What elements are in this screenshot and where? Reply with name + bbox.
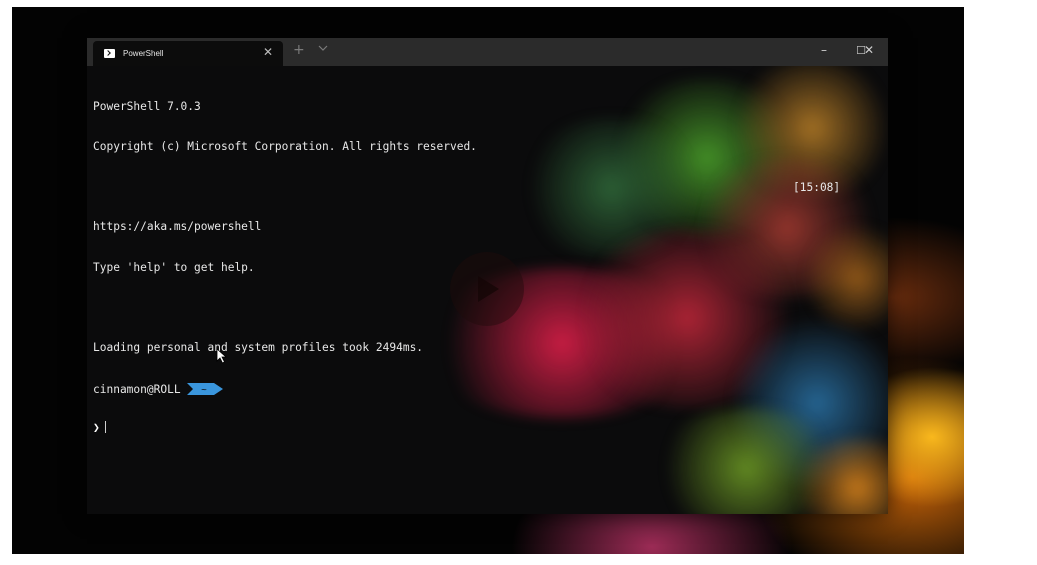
- prompt-path: ~: [201, 386, 207, 396]
- text-cursor: [104, 421, 106, 434]
- prompt-path-segment: ~: [186, 383, 223, 396]
- terminal-output[interactable]: PowerShell 7.0.3 Copyright (c) Microsoft…: [93, 73, 477, 462]
- terminal-line: Loading personal and system profiles too…: [93, 341, 424, 355]
- desktop-background: PowerShell ✕ + – ☐ ✕ PowerShell 7.0.3 Co…: [12, 7, 964, 554]
- minimize-button[interactable]: –: [814, 43, 834, 57]
- terminal-line: PowerShell 7.0.3: [93, 99, 201, 113]
- mouse-pointer-icon: [216, 348, 227, 364]
- chevron-down-icon: [318, 45, 328, 51]
- close-window-button[interactable]: ✕: [859, 43, 879, 57]
- terminal-line: Type 'help' to get help.: [93, 260, 255, 274]
- play-icon: [478, 276, 499, 302]
- tab-title: PowerShell: [123, 49, 164, 58]
- prompt-clock: [15:08]: [793, 181, 841, 194]
- title-bar: PowerShell ✕ + – ☐ ✕: [87, 38, 888, 66]
- prompt-line: cinnamon@ROLL ~: [93, 381, 477, 397]
- prompt-symbol: ❯: [93, 421, 100, 435]
- terminal-window: PowerShell ✕ + – ☐ ✕ PowerShell 7.0.3 Co…: [87, 38, 888, 514]
- terminal-line: Copyright (c) Microsoft Corporation. All…: [93, 140, 477, 154]
- play-button[interactable]: [450, 252, 524, 326]
- prompt-user: cinnamon@ROLL: [93, 383, 181, 397]
- tab-dropdown-button[interactable]: [318, 44, 328, 55]
- terminal-line: https://aka.ms/powershell: [93, 220, 262, 234]
- powershell-icon: [104, 49, 115, 58]
- tab-close-icon[interactable]: ✕: [263, 45, 273, 59]
- tab-powershell[interactable]: PowerShell ✕: [93, 41, 283, 66]
- new-tab-button[interactable]: +: [293, 42, 305, 58]
- input-line[interactable]: ❯: [93, 421, 477, 434]
